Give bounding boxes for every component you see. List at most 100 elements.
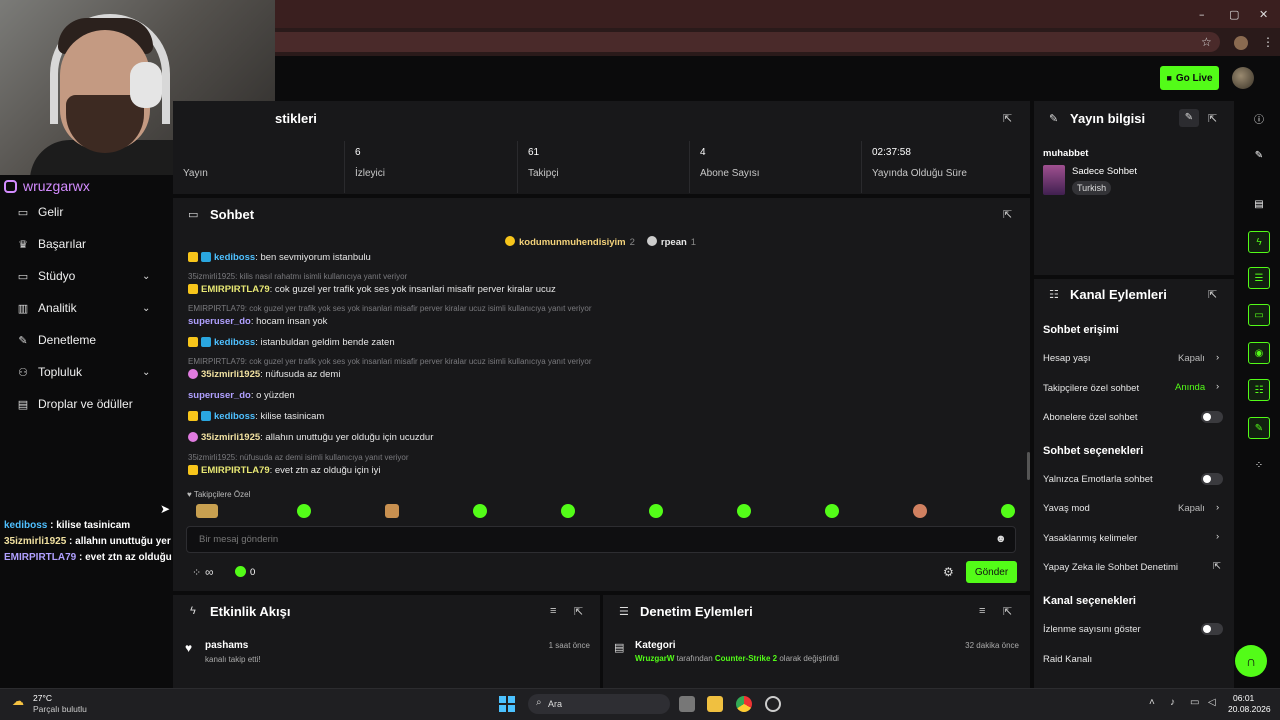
network-icon[interactable]: ▭ bbox=[1190, 697, 1199, 708]
external-link-icon[interactable]: ⇱ bbox=[1213, 561, 1221, 572]
chrome-icon[interactable] bbox=[736, 696, 752, 712]
sidebar-item[interactable]: ▥ Analitik ⌄ bbox=[16, 298, 151, 318]
chat-scrollbar[interactable] bbox=[1027, 452, 1030, 480]
address-bar[interactable] bbox=[260, 32, 1220, 52]
chat-username[interactable]: 35izmirli1925 bbox=[201, 432, 260, 443]
activity-popout-icon[interactable]: ⇱ bbox=[574, 605, 583, 618]
edit-pencil-icon[interactable]: ✎ bbox=[1179, 109, 1199, 127]
followers-only-chat-value[interactable]: Anında bbox=[1175, 382, 1205, 393]
sidebar-item[interactable]: ▤ Droplar ve ödüller bbox=[16, 394, 133, 414]
close-window-button[interactable]: ✕ bbox=[1259, 8, 1268, 21]
account-age-value[interactable]: Kapalı bbox=[1178, 353, 1205, 364]
mod-filter-icon[interactable]: ≡ bbox=[979, 605, 985, 617]
minimize-button[interactable]: – bbox=[1199, 8, 1205, 21]
pencil-icon[interactable]: ✎ bbox=[1248, 144, 1270, 166]
list-icon[interactable]: ☰ bbox=[1248, 267, 1270, 289]
activity-user[interactable]: pashams bbox=[205, 640, 248, 651]
sidebar-item[interactable]: ⚇ Topluluk ⌄ bbox=[16, 362, 150, 382]
chat-username[interactable]: EMIRPIRTLA79 bbox=[201, 465, 270, 476]
browser-menu-icon[interactable]: ⋮ bbox=[1262, 35, 1274, 49]
emote-icon[interactable] bbox=[913, 504, 927, 518]
chevron-right-icon[interactable]: › bbox=[1216, 352, 1219, 363]
chevron-down-icon[interactable]: ⌄ bbox=[142, 271, 150, 282]
emote-icon[interactable] bbox=[473, 504, 487, 518]
chat-username[interactable]: kediboss bbox=[214, 337, 255, 348]
user-avatar[interactable] bbox=[1232, 67, 1254, 89]
sidebar-item[interactable]: ♛ Başarılar bbox=[16, 234, 86, 254]
emote-icon[interactable] bbox=[297, 504, 311, 518]
emote-icon[interactable] bbox=[385, 504, 399, 518]
emote-icon[interactable] bbox=[196, 504, 218, 518]
chevron-right-icon[interactable]: › bbox=[1216, 531, 1219, 542]
sidebar-item[interactable]: ✎ Denetleme bbox=[16, 330, 96, 350]
file-explorer-icon[interactable] bbox=[707, 696, 723, 712]
chat-input[interactable]: Bir mesaj gönderin ☻ bbox=[186, 526, 1016, 553]
chevron-down-icon[interactable]: ⌄ bbox=[142, 367, 150, 378]
sidebar-item[interactable]: ▭ Stüdyo ⌄ bbox=[16, 266, 151, 286]
chat-username[interactable]: kediboss bbox=[214, 252, 255, 263]
followers-only-chat-label[interactable]: Takipçilere özel sohbet bbox=[1043, 383, 1139, 394]
sliders-icon[interactable]: ☷ bbox=[1248, 379, 1270, 401]
microphone-icon[interactable]: ♪ bbox=[1170, 697, 1175, 708]
volume-icon[interactable]: ◁ bbox=[1208, 697, 1216, 708]
slow-mode-label[interactable]: Yavaş mod bbox=[1043, 503, 1090, 514]
channel-actions-popout-icon[interactable]: ⇱ bbox=[1208, 288, 1217, 301]
banned-words-label[interactable]: Yasaklanmış kelimeler bbox=[1043, 533, 1137, 544]
wrench-icon[interactable]: ✎ bbox=[1248, 417, 1270, 439]
app-icon[interactable] bbox=[765, 696, 781, 712]
clock-date[interactable]: 20.08.2026 bbox=[1228, 704, 1271, 714]
send-button[interactable]: Gönder bbox=[966, 561, 1017, 583]
maximize-button[interactable]: ▢ bbox=[1229, 8, 1239, 21]
chat-username[interactable]: 35izmirli1925 bbox=[201, 369, 260, 380]
weather-icon[interactable]: ☁ bbox=[12, 694, 24, 708]
emote-icon[interactable] bbox=[825, 504, 839, 518]
gifter-name[interactable]: kodumunmuhendisiyim bbox=[519, 237, 626, 248]
sidebar-item[interactable]: ▭ Gelir bbox=[16, 202, 64, 222]
taskbar-search[interactable]: ⌕ Ara bbox=[528, 694, 670, 714]
start-windows-icon[interactable] bbox=[499, 696, 515, 712]
chat-username[interactable]: superuser_do bbox=[188, 390, 251, 401]
weather-temp[interactable]: 27°C bbox=[33, 693, 52, 703]
support-headset-icon[interactable]: ∩ bbox=[1235, 645, 1267, 677]
stats-icon[interactable]: ▤ bbox=[1248, 193, 1270, 215]
account-age-label[interactable]: Hesap yaşı bbox=[1043, 353, 1091, 364]
clock-time[interactable]: 06:01 bbox=[1233, 693, 1254, 703]
chat-username[interactable]: kediboss bbox=[214, 411, 255, 422]
activity-filter-icon[interactable]: ≡ bbox=[550, 605, 556, 617]
info-icon[interactable]: ⓘ bbox=[1248, 107, 1270, 129]
ai-moderation-label[interactable]: Yapay Zeka ile Sohbet Denetimi bbox=[1043, 562, 1178, 573]
gifter-name[interactable]: rpean bbox=[661, 237, 687, 248]
go-live-button[interactable]: ■ Go Live bbox=[1160, 66, 1219, 90]
emote-icon[interactable] bbox=[737, 504, 751, 518]
slow-mode-value[interactable]: Kapalı bbox=[1178, 503, 1205, 514]
mod-actor[interactable]: WruzgarW bbox=[635, 654, 674, 663]
subs-only-toggle[interactable] bbox=[1201, 411, 1223, 423]
broadcast-icon[interactable]: ◉ bbox=[1248, 342, 1270, 364]
raid-channel-label[interactable]: Raid Kanalı bbox=[1043, 654, 1092, 665]
popout-icon[interactable]: ⇱ bbox=[1003, 112, 1012, 125]
emote-only-toggle[interactable] bbox=[1201, 473, 1223, 485]
emote-icon[interactable] bbox=[1001, 504, 1015, 518]
mod-popout-icon[interactable]: ⇱ bbox=[1003, 605, 1012, 618]
stream-info-popout-icon[interactable]: ⇱ bbox=[1208, 112, 1217, 125]
emote-icon[interactable] bbox=[561, 504, 575, 518]
analytics-icon: ▥ bbox=[17, 302, 29, 315]
chat-username[interactable]: EMIRPIRTLA79 bbox=[201, 284, 270, 295]
chat-bubble-icon[interactable]: ▭ bbox=[1248, 304, 1270, 326]
chevron-down-icon[interactable]: ⌄ bbox=[142, 303, 150, 314]
emoji-picker-icon[interactable]: ☻ bbox=[995, 533, 1007, 545]
profile-avatar-icon[interactable] bbox=[1234, 36, 1248, 50]
chat-username[interactable]: superuser_do bbox=[188, 316, 251, 327]
chevron-right-icon[interactable]: › bbox=[1216, 381, 1219, 392]
add-widget-icon[interactable]: ⁘ bbox=[1248, 454, 1270, 476]
chat-popout-icon[interactable]: ⇱ bbox=[1003, 208, 1012, 221]
lightning-icon[interactable]: ϟ bbox=[1248, 231, 1270, 253]
weather-desc[interactable]: Parçalı bulutlu bbox=[33, 704, 87, 714]
task-view-icon[interactable] bbox=[679, 696, 695, 712]
bookmark-star-icon[interactable]: ☆ bbox=[1201, 35, 1212, 49]
show-viewcount-toggle[interactable] bbox=[1201, 623, 1223, 635]
tray-chevron-icon[interactable]: ˄ bbox=[1149, 697, 1155, 708]
chat-settings-gear-icon[interactable]: ⚙ bbox=[943, 565, 954, 579]
chevron-right-icon[interactable]: › bbox=[1216, 502, 1219, 513]
emote-icon[interactable] bbox=[649, 504, 663, 518]
